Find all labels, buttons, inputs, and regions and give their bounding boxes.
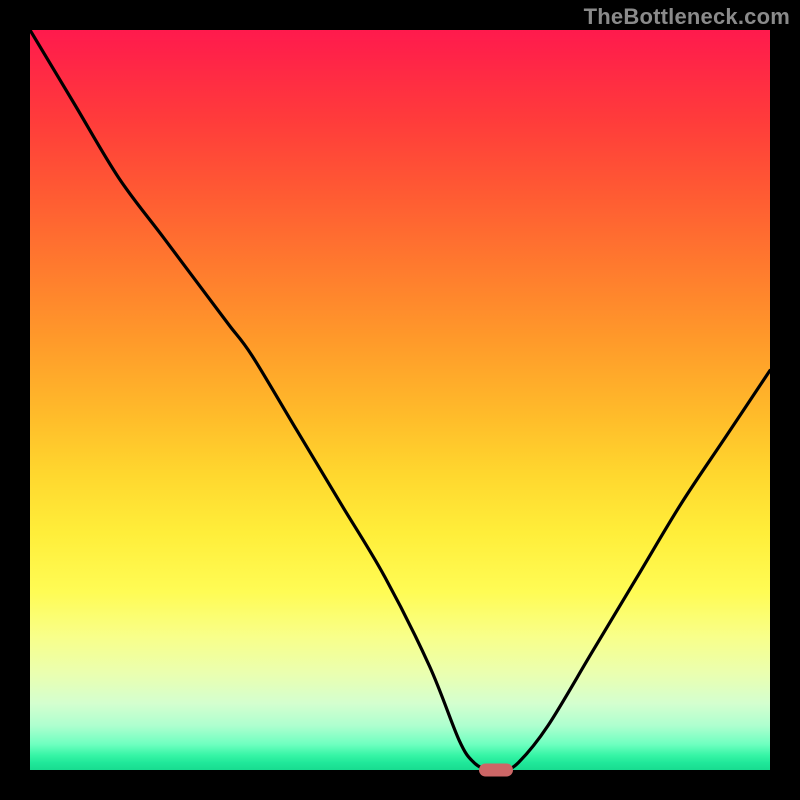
optimum-marker: [479, 764, 513, 777]
watermark-label: TheBottleneck.com: [584, 4, 790, 30]
bottleneck-curve: [30, 30, 770, 770]
chart-frame: TheBottleneck.com: [0, 0, 800, 800]
gradient-plot-area: [30, 30, 770, 770]
